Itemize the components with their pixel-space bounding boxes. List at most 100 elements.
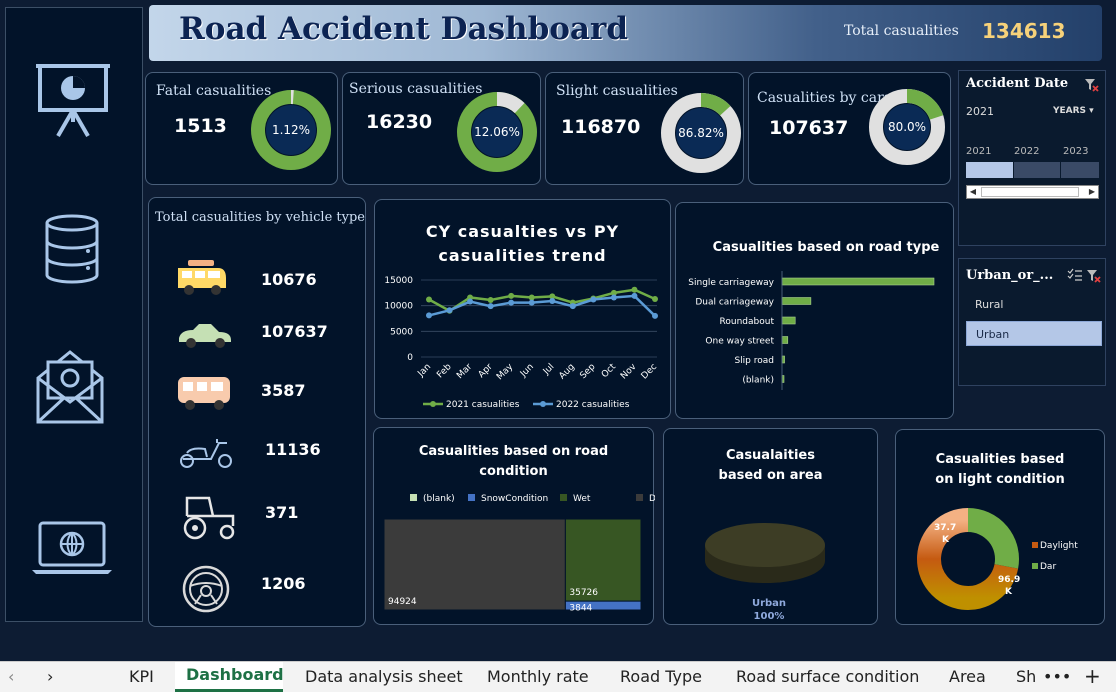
y-tick-label: 5000 <box>390 327 413 337</box>
road-condition-panel: Casualities based on road condition (bla… <box>373 427 655 625</box>
data-point <box>426 296 432 303</box>
donut-pct-label: 80.0% <box>888 120 926 134</box>
urban-rural-slicer[interactable]: Urban_or_... Rural Urban <box>958 258 1106 386</box>
data-point <box>569 303 576 310</box>
legend-swatch <box>560 494 567 501</box>
slicer-item-rural[interactable]: Rural <box>966 293 1102 317</box>
steering-wheel-icon <box>182 565 230 613</box>
x-tick-label: Feb <box>435 362 454 381</box>
legend-label: Dar <box>1040 562 1056 572</box>
laptop-icon[interactable] <box>30 520 114 576</box>
database-icon[interactable] <box>44 213 100 285</box>
timeline-level-dropdown[interactable]: YEARS ▾ <box>1053 106 1094 116</box>
slicer-title: Urban_or_... <box>966 268 1054 283</box>
data-point <box>508 299 515 306</box>
bar-category-label: (blank) <box>742 376 774 386</box>
bar-category-label: One way street <box>705 337 774 347</box>
presentation-icon[interactable] <box>34 60 112 140</box>
timeline-bar-2022[interactable] <box>1014 162 1060 178</box>
data-point <box>631 292 638 299</box>
next-sheet-icon[interactable]: › <box>47 667 53 686</box>
bar-category-label: Roundabout <box>720 317 775 327</box>
tab-data-analysis[interactable]: Data analysis sheet <box>305 667 463 686</box>
scroll-left-icon[interactable]: ◀ <box>967 186 979 198</box>
y-tick-label: 0 <box>407 353 413 363</box>
scroll-thumb[interactable] <box>981 187 1079 197</box>
legend-swatch <box>1032 542 1038 548</box>
tab-road-surface[interactable]: Road surface condition <box>736 667 919 686</box>
legend-label: (blank) <box>423 494 455 504</box>
x-tick-label: Jan <box>416 362 434 380</box>
x-tick-label: Jul <box>541 362 556 377</box>
data-point <box>610 294 617 301</box>
light-condition-donut: 37.7 K 96.9 K Daylight Dar <box>917 508 1078 610</box>
kpi-donut: 12.06% <box>457 92 537 172</box>
tab-truncated[interactable]: Sh <box>1016 667 1036 686</box>
clear-filter-icon[interactable] <box>1085 268 1101 284</box>
donut-data-label: 96.9 <box>998 575 1020 585</box>
x-tick-label: May <box>495 362 516 383</box>
legend-label: 2021 casualities <box>446 400 520 410</box>
kpi-value: 116870 <box>561 116 641 138</box>
timeline-level: YEARS <box>1053 106 1087 116</box>
email-icon[interactable] <box>34 348 106 426</box>
vehicle-type-panel: Total casualities by vehicle type 10676 … <box>148 197 366 627</box>
tab-road-type[interactable]: Road Type <box>620 667 702 686</box>
donut-segment <box>496 92 525 114</box>
year-label: 2023 <box>1063 146 1089 157</box>
tab-kpi[interactable]: KPI <box>129 667 154 686</box>
legend-label: SnowCondition <box>481 494 548 504</box>
kpi-value: 107637 <box>769 117 849 139</box>
multi-select-icon[interactable] <box>1067 268 1083 282</box>
legend-swatch <box>1032 563 1038 569</box>
tab-area[interactable]: Area <box>949 667 986 686</box>
legend-label: Wet <box>573 494 591 504</box>
date-selected: 2021 <box>966 105 994 118</box>
tab-monthly-rate[interactable]: Monthly rate <box>487 667 589 686</box>
vehicle-value: 3587 <box>261 381 306 400</box>
legend-marker <box>540 401 546 407</box>
treemap-label: 94924 <box>388 597 417 607</box>
dashboard-title: Road Accident Dashboard <box>179 11 629 47</box>
donut-data-label: K <box>942 535 950 545</box>
donut-pct-label: 86.82% <box>678 126 724 140</box>
donut-pct-label: 12.06% <box>474 125 520 139</box>
slicer-item-urban[interactable]: Urban <box>966 321 1102 346</box>
accident-date-slicer[interactable]: Accident Date 2021 YEARS ▾ 2021 2022 202… <box>958 70 1106 246</box>
timeline-scrollbar[interactable]: ◀ ▶ <box>966 185 1099 199</box>
more-tabs-icon[interactable]: ••• <box>1043 667 1072 686</box>
sheet-tab-bar: ‹ › KPI Dashboard Data analysis sheet Mo… <box>0 661 1116 692</box>
add-sheet-icon[interactable]: + <box>1084 664 1101 688</box>
donut-pct-label: 1.12% <box>272 123 310 137</box>
data-point <box>549 298 556 305</box>
timeline-bar-2023[interactable] <box>1061 162 1099 178</box>
scroll-right-icon[interactable]: ▶ <box>1086 186 1098 198</box>
data-point <box>487 303 494 310</box>
kpi-serious[interactable]: Serious casualities 16230 12.06% <box>342 72 541 185</box>
vehicle-value: 371 <box>265 503 299 522</box>
x-tick-label: Dec <box>640 362 659 381</box>
legend-swatch <box>468 494 475 501</box>
legend-label: 2022 casualities <box>556 400 630 410</box>
y-tick-label: 10000 <box>384 302 413 312</box>
trend-chart-panel: CY casualties vs PY casualities trend 15… <box>374 199 671 419</box>
bar <box>781 297 812 305</box>
slicer-title: Accident Date <box>966 76 1069 91</box>
area-pct: 100% <box>753 611 785 622</box>
car-icon <box>179 324 231 348</box>
sidebar <box>5 7 143 622</box>
data-point <box>631 286 638 293</box>
clear-filter-icon[interactable] <box>1083 77 1099 93</box>
bar <box>781 277 935 286</box>
donut-data-label: 37.7 <box>934 523 956 533</box>
data-point <box>426 312 432 319</box>
kpi-slight[interactable]: Slight casualities 116870 86.82% <box>545 72 744 185</box>
prev-sheet-icon[interactable]: ‹ <box>8 667 14 686</box>
kpi-cars[interactable]: Casualities by cars 107637 80.0% <box>748 72 951 185</box>
year-label: 2021 <box>966 146 992 157</box>
tab-dashboard[interactable]: Dashboard <box>186 665 284 684</box>
timeline-bar-2021[interactable] <box>966 162 1013 178</box>
kpi-fatal[interactable]: Fatal casualities 1513 1.12% <box>145 72 338 185</box>
area-panel: Casualaities based on area Urban 100% <box>663 428 878 625</box>
bar <box>781 316 796 325</box>
